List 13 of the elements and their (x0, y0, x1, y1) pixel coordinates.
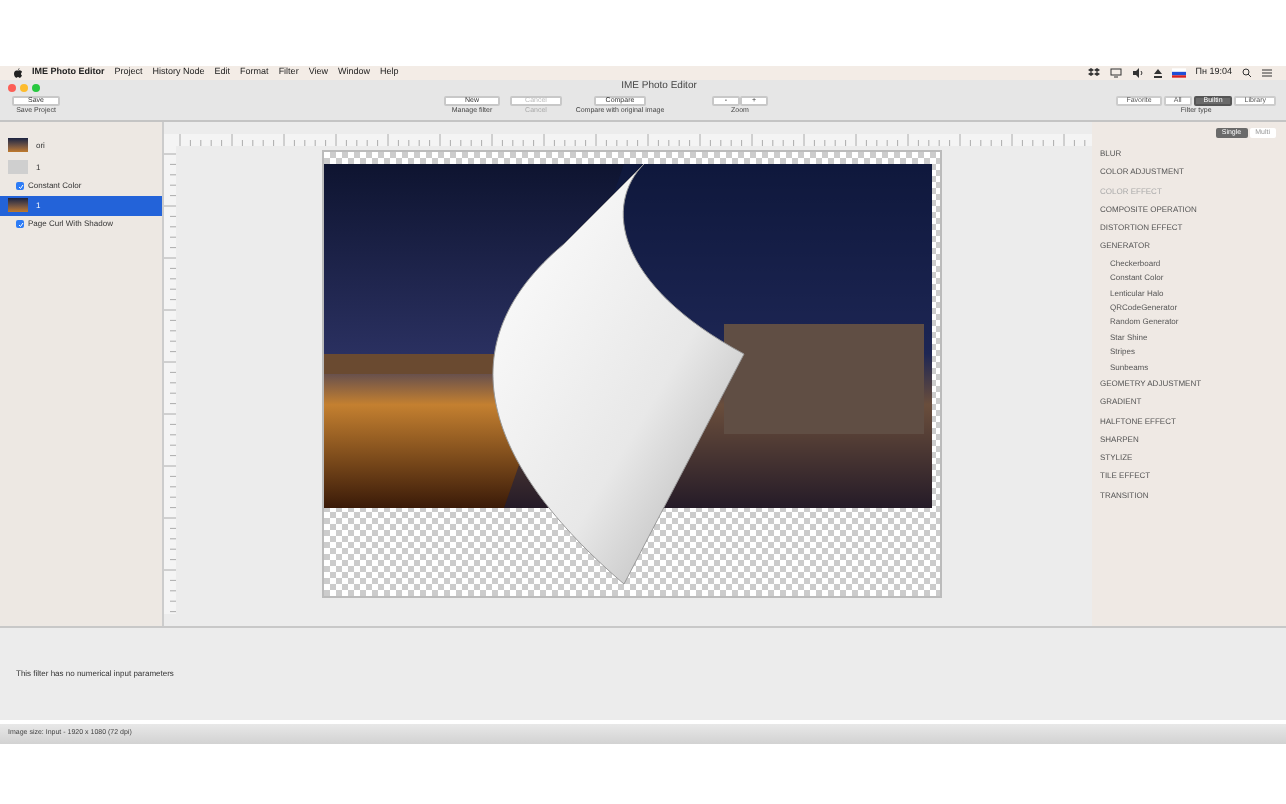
filter-checkbox[interactable] (16, 182, 24, 190)
screen-icon[interactable] (1109, 68, 1122, 78)
thumbnail-blank (8, 160, 28, 174)
dropbox-icon[interactable] (1087, 68, 1100, 78)
eject-icon[interactable] (1153, 68, 1162, 78)
search-icon[interactable] (1242, 68, 1252, 78)
thumbnail-photo (8, 198, 28, 212)
apple-icon[interactable] (14, 68, 22, 78)
filter-checkbox[interactable] (16, 220, 24, 228)
flag-icon[interactable] (1171, 68, 1186, 78)
volume-icon[interactable] (1131, 68, 1144, 78)
menu-icon[interactable] (1262, 68, 1272, 78)
thumbnail-photo (8, 138, 28, 152)
